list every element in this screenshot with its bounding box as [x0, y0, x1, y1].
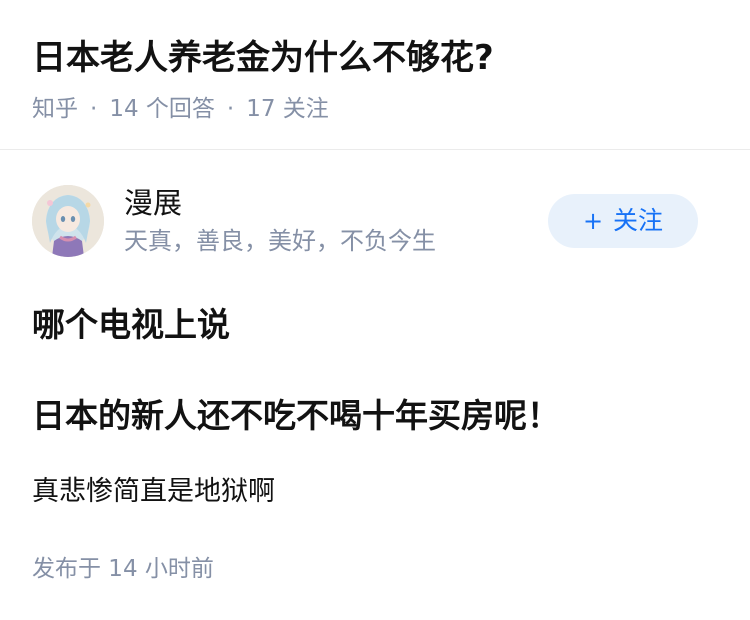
publish-time: 发布于 14 小时前: [32, 556, 214, 582]
author-bio: 天真，善良，美好，不负今生: [124, 227, 436, 255]
author-info: 漫展 天真，善良，美好，不负今生 + 关注: [0, 182, 750, 266]
answer-text: 真悲惨简直是地狱啊: [32, 476, 275, 507]
avatar-anime-girl-icon: [32, 185, 104, 257]
question-header: 日本老人养老金为什么不够花? 知乎 · 14 个回答 · 17 关注: [0, 0, 750, 150]
answer-heading-line: 哪个电视上说: [32, 305, 230, 344]
source-label: 知乎: [32, 96, 78, 122]
follow-button-label: 关注: [613, 206, 664, 235]
plus-icon: +: [582, 207, 604, 235]
avatar[interactable]: [32, 185, 104, 257]
question-meta: 知乎 · 14 个回答 · 17 关注: [32, 93, 329, 125]
answer-heading-line: 日本的新人还不吃不喝十年买房呢！: [32, 396, 560, 435]
question-title[interactable]: 日本老人养老金为什么不够花?: [32, 34, 494, 82]
meta-separator: ·: [90, 96, 98, 122]
meta-separator: ·: [226, 96, 235, 122]
author-name[interactable]: 漫展: [124, 182, 182, 224]
follow-button[interactable]: + 关注: [548, 194, 698, 248]
answer-count[interactable]: 14 个回答: [109, 96, 215, 122]
follower-count[interactable]: 17 关注: [246, 96, 329, 122]
